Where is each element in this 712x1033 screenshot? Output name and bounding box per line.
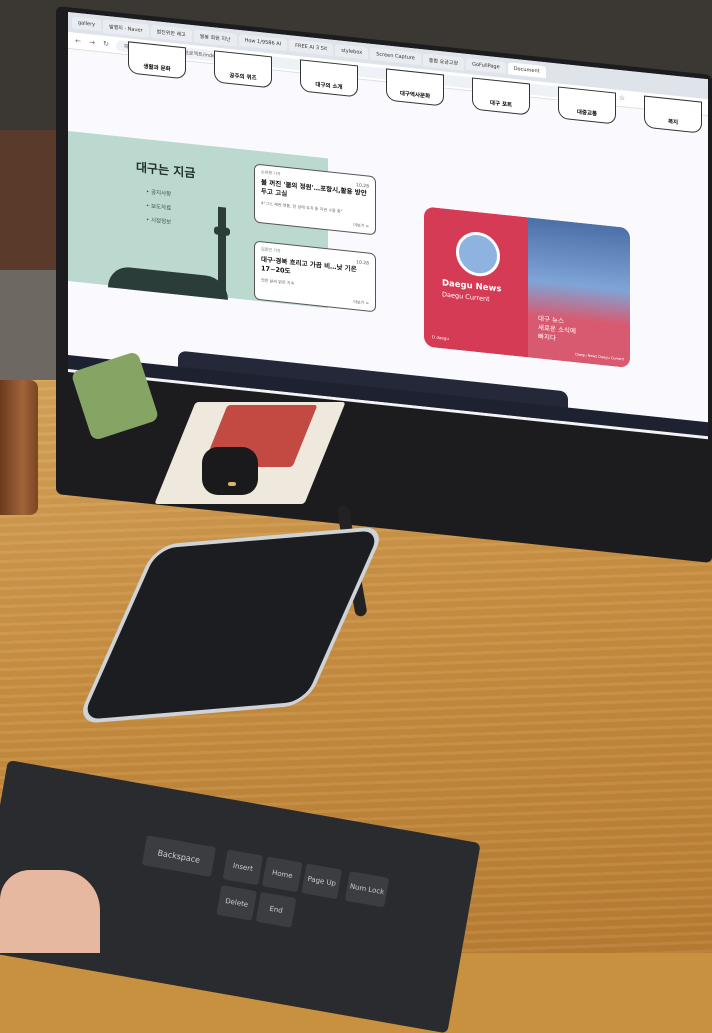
- back-icon[interactable]: ←: [74, 37, 82, 46]
- web-page: 생활과 문화 공주의 퀴즈 대구의 소개 대구역사문화 대구 포트 대중교통 복…: [68, 41, 708, 437]
- delete-key[interactable]: Delete: [216, 884, 257, 921]
- section-title: 대구는 지금: [136, 160, 196, 181]
- daegu-news-banner[interactable]: Daegu News Daegu Current D daegu 대구 뉴스 새…: [424, 206, 630, 369]
- forward-icon[interactable]: →: [88, 38, 96, 47]
- reload-icon[interactable]: ↻: [102, 40, 110, 49]
- end-key[interactable]: End: [255, 891, 297, 928]
- news-banner-left: Daegu News Daegu Current D daegu: [424, 206, 528, 358]
- nav-item[interactable]: 복지: [644, 95, 702, 134]
- monitor-screen: gallery 발행지 · Naver 범진위한 레고 월봉 회원 지난 How…: [68, 12, 708, 440]
- browser-tab[interactable]: 발행지 · Naver: [103, 19, 149, 37]
- news-footer: Daegu News Daegu Current: [575, 352, 624, 362]
- news-brand: D daegu: [432, 334, 449, 342]
- num-lock-key[interactable]: Num Lock: [344, 871, 390, 908]
- nav-item[interactable]: 대구 포트: [472, 77, 530, 116]
- coffee-cup: [0, 380, 38, 515]
- city-photo-circle: [456, 229, 500, 279]
- nav-item[interactable]: 대구역사문화: [386, 68, 444, 107]
- nav-item[interactable]: 대중교통: [558, 86, 616, 125]
- browser-tab[interactable]: 월봉 회원 지난: [193, 28, 237, 47]
- section-link[interactable]: • 시정정보: [146, 213, 171, 230]
- nav-item[interactable]: 대구의 소개: [300, 59, 358, 98]
- browser-tab[interactable]: 범진위한 레고: [150, 24, 192, 42]
- browser-tab[interactable]: stylebox: [335, 44, 369, 60]
- tower-top: [214, 226, 230, 237]
- nav-item[interactable]: 생활과 문화: [128, 41, 186, 80]
- page-up-key[interactable]: Page Up: [301, 863, 343, 900]
- browser-tab[interactable]: 통합 요금고양: [422, 52, 465, 71]
- browser-tab[interactable]: gallery: [72, 16, 102, 32]
- home-key[interactable]: Home: [261, 856, 303, 893]
- browser-tab[interactable]: How 1/9586 AI: [238, 33, 288, 52]
- hill-illustration: [108, 265, 228, 300]
- browser-tab[interactable]: GoFullPage: [466, 57, 506, 75]
- backspace-key[interactable]: Backspace: [141, 835, 216, 877]
- insert-key[interactable]: Insert: [222, 849, 264, 886]
- news-caption: 대구 뉴스 새로운 소식에 빠지다: [538, 314, 576, 343]
- browser-tab[interactable]: Screen Capture: [370, 47, 421, 66]
- earbuds-hinge: [228, 482, 236, 486]
- earbuds-case: [202, 447, 258, 495]
- nav-item[interactable]: 공주의 퀴즈: [214, 50, 272, 89]
- hand: [0, 870, 100, 953]
- browser-tab[interactable]: FREE AI 3 Sit: [289, 39, 334, 56]
- section-links: • 공지사항 • 보도자료 • 시정정보: [146, 185, 171, 230]
- browser-tab-active[interactable]: Document: [507, 62, 546, 79]
- news-banner-right: 대구 뉴스 새로운 소식에 빠지다 Daegu News Daegu Curre…: [528, 217, 630, 369]
